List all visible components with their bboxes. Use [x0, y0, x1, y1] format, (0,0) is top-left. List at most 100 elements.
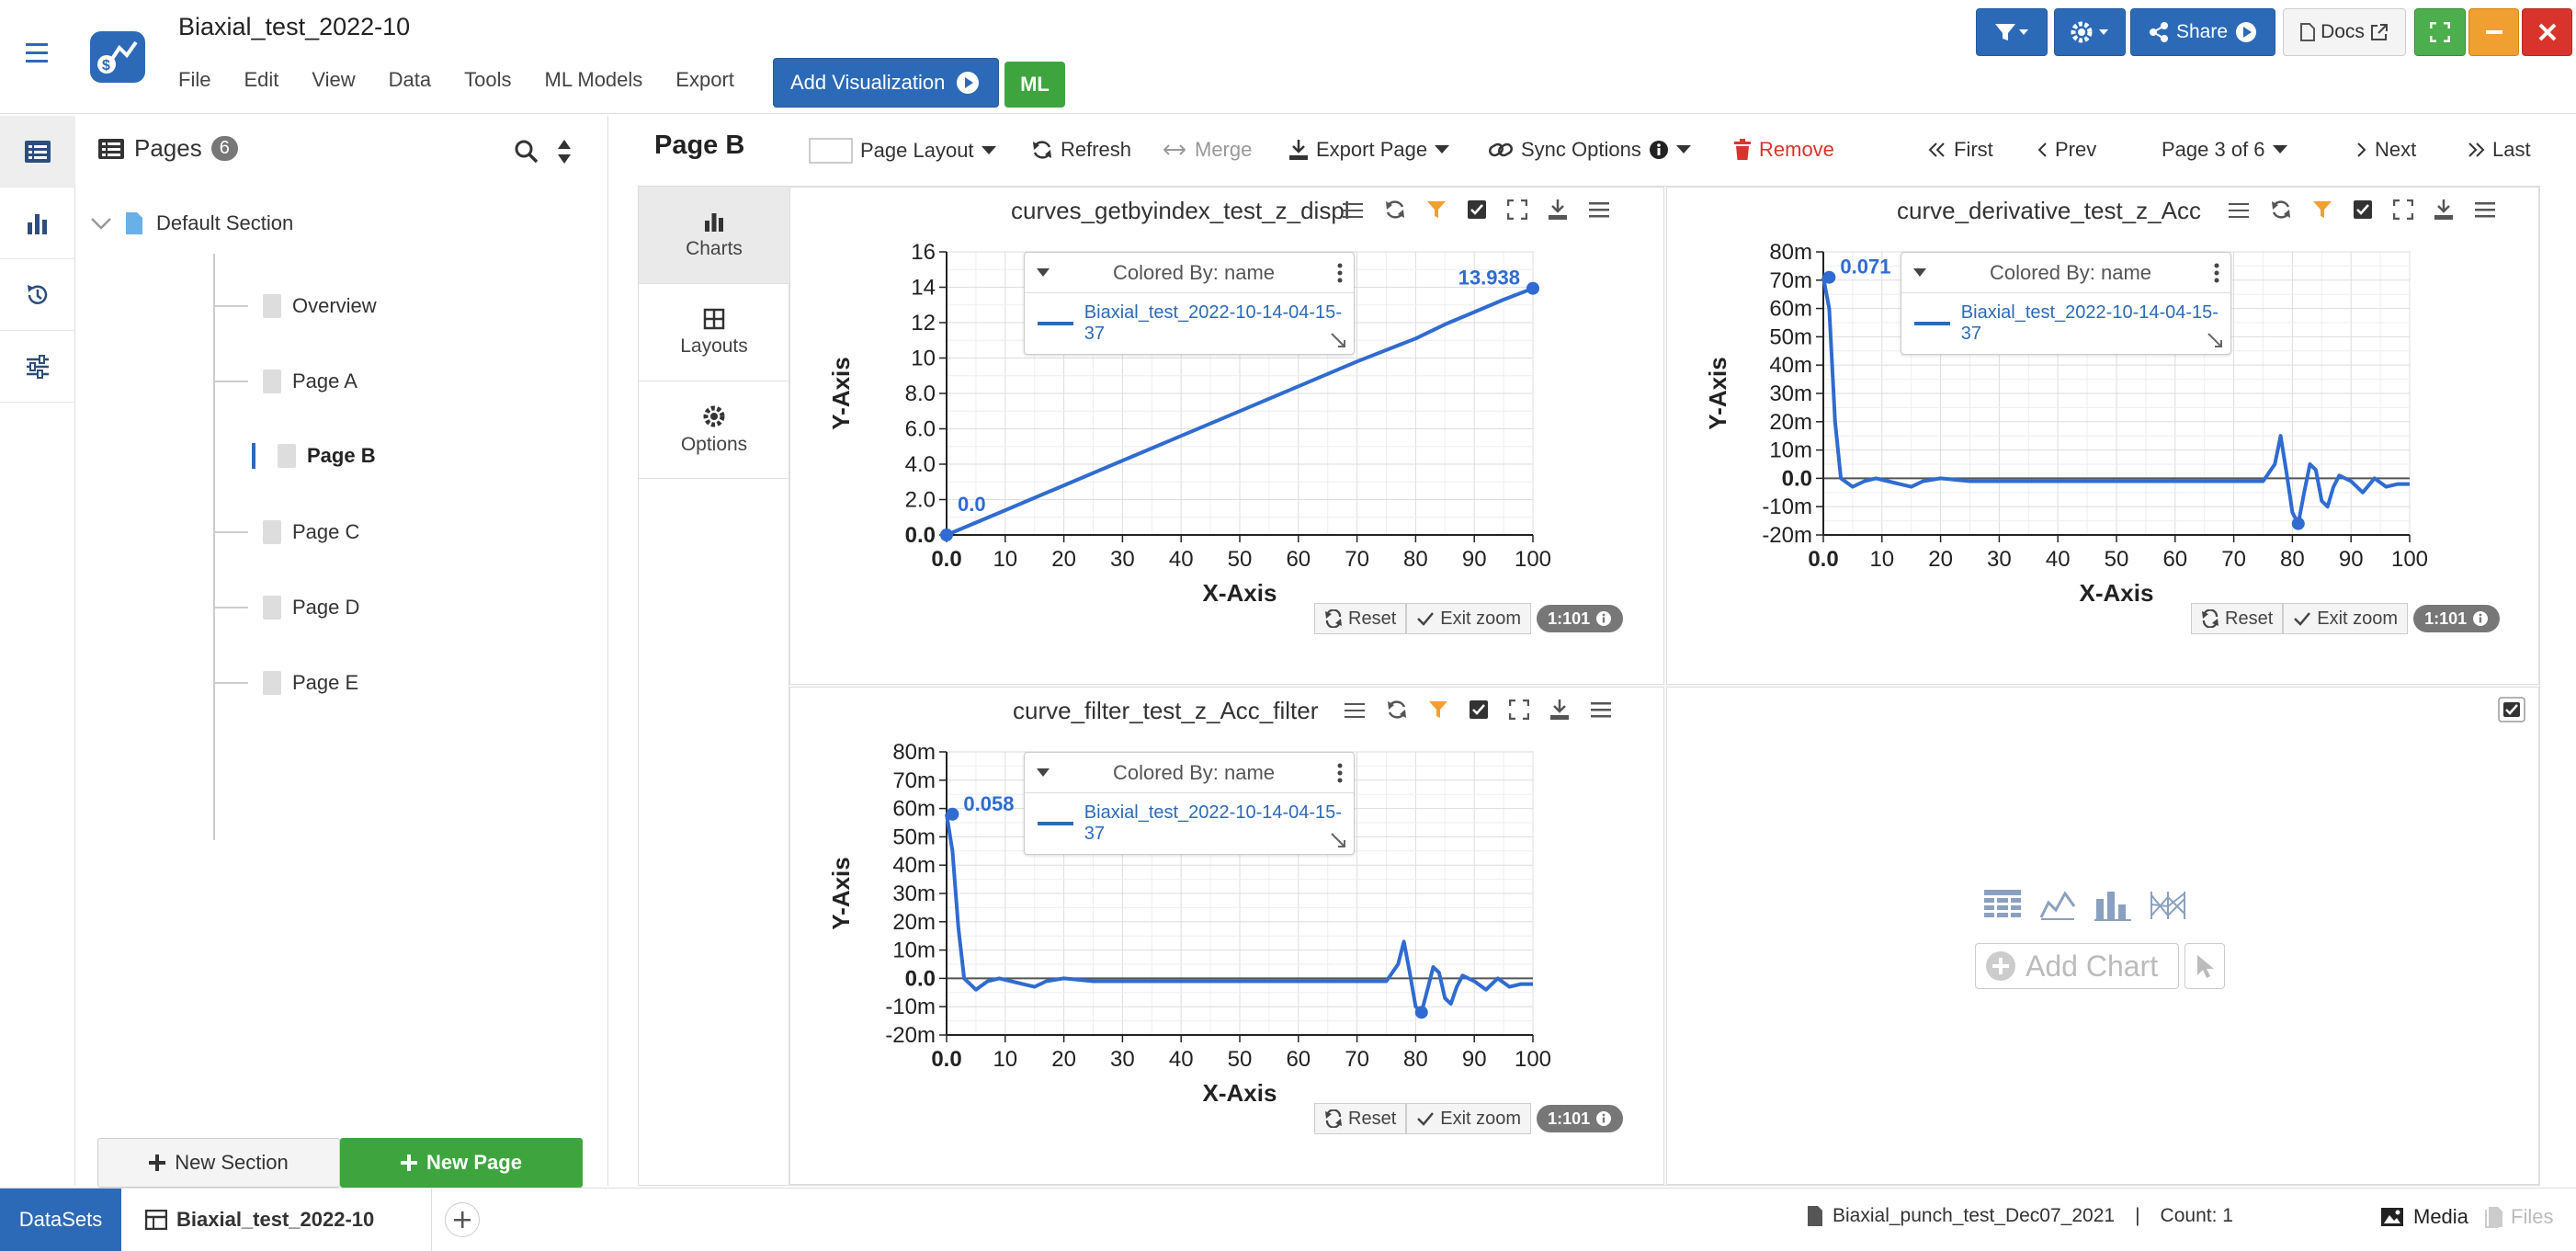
docs-button[interactable]: Docs	[2283, 8, 2406, 56]
tab-layouts[interactable]: Layouts	[639, 284, 789, 381]
resize-handle-icon[interactable]	[1330, 832, 1346, 848]
download-icon[interactable]	[1548, 199, 1568, 221]
filter-icon[interactable]	[2312, 199, 2332, 220]
expand-icon[interactable]	[2393, 199, 2413, 220]
page-item-page-a[interactable]: Page A	[215, 370, 357, 393]
hamburger-menu-icon[interactable]	[2474, 200, 2496, 219]
media-button[interactable]: Media	[2380, 1205, 2468, 1229]
reset-zoom-button[interactable]: Reset	[1314, 1103, 1407, 1134]
vertical-dots-icon[interactable]	[2203, 263, 2230, 283]
refresh-icon[interactable]	[2270, 199, 2292, 221]
exit-zoom-button[interactable]: Exit zoom	[1406, 1103, 1532, 1134]
settings-sliders-icon[interactable]	[2228, 199, 2250, 220]
filter-icon[interactable]	[1426, 199, 1447, 220]
menu-tools[interactable]: Tools	[464, 68, 511, 92]
settings-sliders-icon[interactable]	[1344, 699, 1366, 720]
reset-zoom-button[interactable]: Reset	[1314, 603, 1407, 634]
prev-page-button[interactable]: Prev	[2037, 138, 2096, 162]
refresh-button[interactable]: Refresh	[1031, 138, 1131, 162]
page-item-page-e[interactable]: Page E	[215, 671, 358, 695]
page-item-page-d[interactable]: Page D	[215, 596, 359, 620]
last-page-button[interactable]: Last	[2467, 138, 2531, 162]
page-item-page-b[interactable]: Page B	[215, 443, 376, 469]
menu-view[interactable]: View	[312, 68, 355, 92]
annotation-point[interactable]	[940, 529, 953, 541]
line-chart-icon[interactable]	[2039, 890, 2076, 921]
fullscreen-button[interactable]	[2414, 8, 2466, 56]
page-select-dropdown[interactable]: Page 3 of 6	[2162, 138, 2287, 162]
select-chart-button[interactable]	[2184, 943, 2225, 989]
exit-zoom-button[interactable]: Exit zoom	[2283, 603, 2409, 634]
select-panel-checkbox-icon[interactable]	[2498, 697, 2525, 722]
annotation-point[interactable]	[1526, 281, 1539, 295]
legend-entry[interactable]: Biaxial_test_2022-10-14-04-15-37	[1901, 293, 2230, 354]
table-chart-icon[interactable]	[1984, 890, 2021, 921]
menu-edit[interactable]: Edit	[244, 68, 278, 92]
search-icon[interactable]	[515, 140, 539, 164]
menu-file[interactable]: File	[178, 68, 210, 92]
sampling-ratio-badge[interactable]: 1:101	[1537, 1105, 1624, 1132]
page-item-page-c[interactable]: Page C	[215, 520, 359, 544]
legend-entry[interactable]: Biaxial_test_2022-10-14-04-15-37	[1025, 293, 1354, 354]
legend-box[interactable]: Colored By: name Biaxial_test_2022-10-14-…	[1024, 252, 1355, 355]
files-button[interactable]: Files	[2485, 1205, 2553, 1229]
settings-sliders-icon[interactable]	[1342, 199, 1364, 220]
chevron-down-icon[interactable]	[90, 216, 112, 231]
hamburger-menu-icon[interactable]	[22, 40, 51, 66]
add-tab-button[interactable]	[445, 1202, 480, 1237]
new-page-button[interactable]: New Page	[340, 1138, 583, 1188]
hamburger-menu-icon[interactable]	[1588, 200, 1610, 219]
vertical-dots-icon[interactable]	[1326, 763, 1354, 783]
resize-handle-icon[interactable]	[2207, 332, 2223, 348]
sampling-ratio-badge[interactable]: 1:101	[1537, 605, 1624, 632]
next-page-button[interactable]: Next	[2356, 138, 2416, 162]
checkbox-icon[interactable]	[1469, 699, 1489, 720]
info-icon[interactable]	[1649, 140, 1669, 160]
rail-pages-button[interactable]	[0, 116, 75, 188]
annotation-point[interactable]	[946, 807, 959, 821]
download-icon[interactable]	[1549, 699, 1570, 721]
refresh-icon[interactable]	[1384, 199, 1406, 221]
rail-sliders-button[interactable]	[0, 331, 75, 403]
menu-export[interactable]: Export	[675, 68, 734, 92]
page-item-overview[interactable]: Overview	[215, 294, 377, 318]
exit-zoom-button[interactable]: Exit zoom	[1406, 603, 1532, 634]
merge-button[interactable]: Merge	[1162, 138, 1252, 162]
export-page-button[interactable]: Export Page	[1288, 138, 1450, 162]
sync-options-button[interactable]: Sync Options	[1488, 138, 1691, 162]
download-icon[interactable]	[2434, 199, 2454, 221]
page-layout-button[interactable]: Page Layout	[809, 138, 996, 164]
legend-box[interactable]: Colored By: name Biaxial_test_2022-10-14-…	[1024, 752, 1355, 855]
caret-down-icon[interactable]	[1025, 768, 1061, 778]
menu-ml-models[interactable]: ML Models	[545, 68, 643, 92]
caret-down-icon[interactable]	[1675, 145, 1691, 154]
caret-down-icon[interactable]	[1025, 267, 1061, 278]
min-point-marker[interactable]	[1414, 1006, 1428, 1019]
new-section-button[interactable]: New Section	[97, 1138, 340, 1188]
filter-icon[interactable]	[1428, 699, 1448, 720]
first-page-button[interactable]: First	[1928, 138, 1993, 162]
rail-history-button[interactable]	[0, 259, 75, 331]
filter-menu-button[interactable]	[1976, 8, 2048, 56]
annotation-point[interactable]	[1822, 270, 1836, 284]
section-default[interactable]: Default Section	[90, 211, 293, 235]
tab-charts[interactable]: Charts	[639, 187, 789, 284]
reset-zoom-button[interactable]: Reset	[2191, 603, 2284, 634]
sort-icon[interactable]	[557, 138, 572, 165]
min-point-marker[interactable]	[2291, 517, 2305, 530]
vertical-dots-icon[interactable]	[1326, 263, 1354, 283]
ml-button[interactable]: ML	[1004, 62, 1065, 108]
menu-data[interactable]: Data	[389, 68, 431, 92]
sampling-ratio-badge[interactable]: 1:101	[2413, 605, 2501, 632]
close-button[interactable]	[2522, 8, 2572, 56]
datasets-tab[interactable]: DataSets	[0, 1188, 121, 1251]
parallel-coordinates-icon[interactable]	[2150, 890, 2186, 921]
dataset-tab[interactable]: Biaxial_test_2022-10	[121, 1188, 432, 1251]
checkbox-icon[interactable]	[1467, 199, 1487, 220]
expand-icon[interactable]	[1509, 699, 1529, 720]
tab-options[interactable]: Options	[639, 381, 789, 479]
checkbox-icon[interactable]	[2353, 199, 2373, 220]
settings-menu-button[interactable]	[2054, 8, 2126, 56]
hamburger-menu-icon[interactable]	[1590, 700, 1612, 719]
caret-down-icon[interactable]	[1901, 267, 1938, 278]
